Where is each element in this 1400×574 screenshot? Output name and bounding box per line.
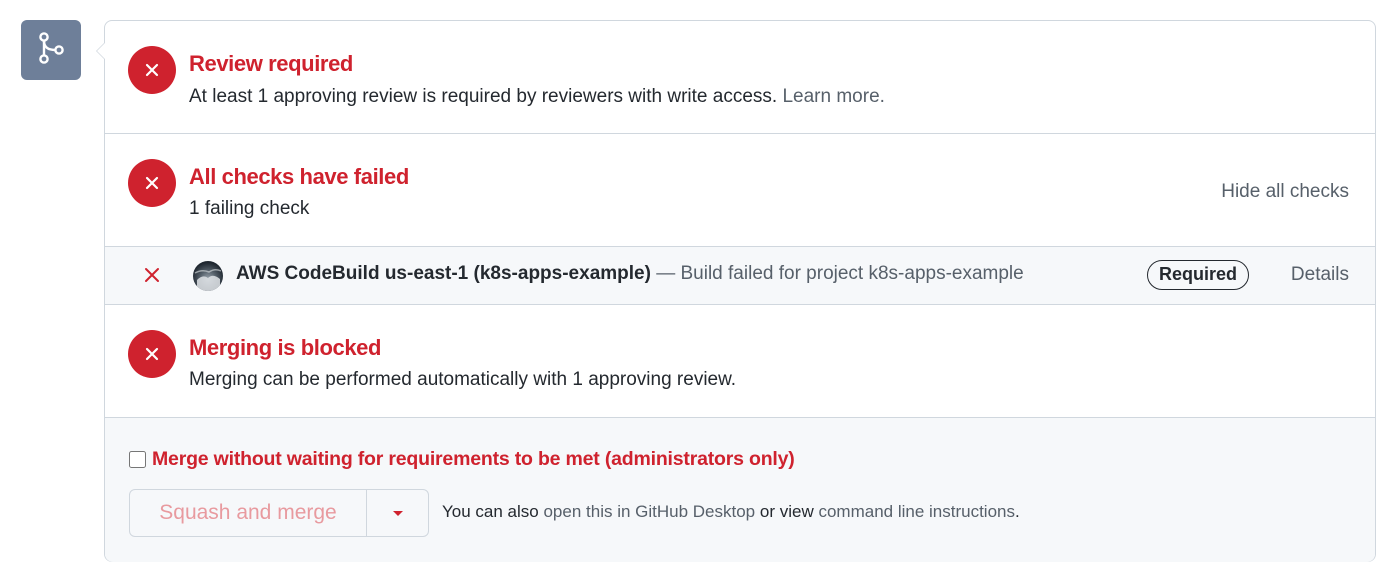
checks-subtitle: 1 failing check [189, 198, 310, 219]
x-circle-icon [128, 46, 176, 94]
merge-footer: Merge without waiting for requirements t… [105, 418, 1375, 562]
check-name: AWS CodeBuild us-east-1 (k8s-apps-exampl… [236, 263, 651, 284]
check-message: Build failed for project k8s-apps-exampl… [680, 263, 1024, 284]
review-required-section: Review required At least 1 approving rev… [105, 21, 1375, 134]
admin-merge-option[interactable]: Merge without waiting for requirements t… [129, 448, 795, 471]
review-required-description: At least 1 approving review is required … [189, 86, 885, 108]
merge-button-group: Squash and merge [129, 489, 429, 537]
command-line-instructions-link[interactable]: command line instructions [818, 502, 1015, 521]
review-description-text: At least 1 approving review is required … [189, 86, 778, 107]
x-circle-icon [128, 159, 176, 207]
check-details-link[interactable]: Details [1291, 264, 1349, 286]
check-separator: — [656, 263, 676, 284]
checks-title: All checks have failed [189, 164, 409, 189]
merge-box: Review required At least 1 approving rev… [96, 20, 1376, 562]
git-merge-icon [36, 31, 66, 70]
squash-and-merge-button[interactable]: Squash and merge [130, 490, 367, 536]
required-badge: Required [1147, 260, 1250, 290]
merge-status-icon-box [21, 20, 81, 80]
alt-prefix: You can also [442, 502, 539, 521]
merging-blocked-description: Merging can be performed automatically w… [189, 369, 737, 390]
aws-codebuild-avatar [193, 261, 223, 291]
open-in-desktop-link[interactable]: open this in GitHub Desktop [543, 502, 755, 521]
alt-suffix: . [1015, 502, 1020, 521]
checks-section: All checks have failed 1 failing check H… [105, 134, 1375, 247]
admin-merge-label[interactable]: Merge without waiting for requirements t… [152, 448, 795, 471]
check-row: AWS CodeBuild us-east-1 (k8s-apps-exampl… [105, 247, 1375, 305]
learn-more-link[interactable]: Learn more. [782, 86, 884, 107]
hide-all-checks-link[interactable]: Hide all checks [1221, 181, 1349, 203]
triangle-down-icon [392, 510, 403, 516]
admin-merge-checkbox[interactable] [129, 451, 146, 468]
merge-method-dropdown[interactable] [367, 490, 428, 536]
x-icon [143, 266, 161, 289]
check-row-text: AWS CodeBuild us-east-1 (k8s-apps-exampl… [236, 263, 1024, 285]
panel-pointer-fill [97, 43, 105, 59]
merging-blocked-section: Merging is blocked Merging can be perfor… [105, 305, 1375, 418]
x-circle-icon [128, 330, 176, 378]
review-required-title: Review required [189, 51, 353, 76]
alternative-merge-text: You can also open this in GitHub Desktop… [442, 502, 1020, 522]
merging-blocked-title: Merging is blocked [189, 335, 382, 360]
alt-middle: or view [759, 502, 814, 521]
